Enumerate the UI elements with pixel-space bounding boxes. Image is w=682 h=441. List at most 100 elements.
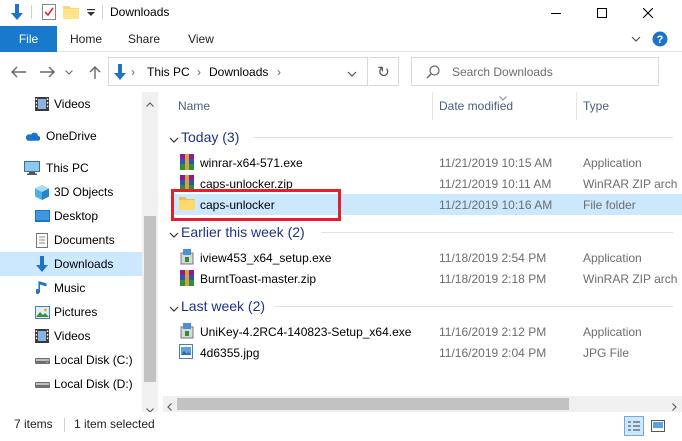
file-name: iview453_x64_setup.exe — [200, 251, 332, 265]
nav-item-documents[interactable]: Documents — [0, 228, 142, 252]
address-bar[interactable]: › This PC › Downloads › — [108, 57, 368, 86]
file-type: Application — [583, 325, 642, 339]
title-bar: Downloads — [0, 0, 682, 26]
group-divider — [253, 127, 673, 147]
nav-item-videos[interactable]: Videos — [0, 92, 142, 116]
videos-icon — [34, 96, 50, 112]
back-arrow-icon[interactable] — [8, 62, 30, 82]
column-header-type[interactable]: Type — [583, 92, 609, 120]
selection-status: 1 item selected — [74, 417, 155, 431]
pictures-icon — [34, 304, 50, 320]
file-row[interactable]: UniKey-4.2RC4-140823-Setup_x64.exe 11/16… — [173, 321, 682, 342]
tab-file[interactable]: File — [0, 26, 57, 52]
minimize-button[interactable] — [533, 0, 579, 26]
large-icons-view-icon[interactable] — [648, 416, 668, 436]
file-type: WinRAR ZIP arch — [583, 177, 678, 191]
file-date: 11/21/2019 10:15 AM — [439, 156, 553, 170]
nav-item-pictures[interactable]: Pictures — [0, 300, 142, 324]
file-row[interactable]: iview453_x64_setup.exe 11/18/2019 2:54 P… — [173, 247, 682, 268]
tab-share[interactable]: Share — [120, 26, 168, 52]
search-input[interactable] — [452, 64, 652, 80]
file-list-horizontal-scrollbar[interactable] — [163, 396, 682, 412]
breadcrumb-separator: › — [197, 65, 201, 79]
refresh-icon: ↻ — [377, 63, 390, 81]
address-dropdown-icon[interactable] — [347, 66, 357, 80]
new-folder-icon[interactable] — [62, 3, 80, 21]
scroll-up-icon[interactable] — [146, 96, 154, 110]
documents-icon — [34, 232, 50, 248]
details-view-icon[interactable] — [624, 416, 644, 436]
column-divider[interactable] — [576, 92, 577, 120]
onedrive-icon — [24, 128, 40, 144]
scrollbar-thumb[interactable] — [144, 216, 156, 382]
breadcrumb-this-pc[interactable]: This PC — [147, 65, 190, 79]
customize-toolbar-icon[interactable] — [84, 3, 98, 21]
nav-item-label: Videos — [54, 329, 91, 343]
toolbar-divider — [31, 5, 32, 19]
file-date: 11/16/2019 2:12 PM — [439, 325, 547, 339]
videos-icon — [34, 328, 50, 344]
file-type: Application — [583, 156, 642, 170]
nav-item-onedrive[interactable]: OneDrive — [0, 124, 142, 148]
group-collapse-chevron-icon[interactable] — [169, 132, 179, 143]
chevron-down-icon[interactable] — [628, 26, 644, 52]
breadcrumb-separator: › — [277, 65, 281, 79]
nav-item-this-pc[interactable]: This PC — [0, 156, 142, 180]
scrollbar-thumb[interactable] — [177, 398, 569, 410]
image-file-icon — [179, 344, 195, 360]
file-date: 11/18/2019 2:54 PM — [439, 251, 547, 265]
group-header-today[interactable]: Today (3) — [181, 127, 239, 147]
group-collapse-chevron-icon[interactable] — [169, 301, 179, 312]
file-name: UniKey-4.2RC4-140823-Setup_x64.exe — [200, 325, 412, 339]
search-box[interactable] — [411, 57, 659, 86]
forward-arrow-icon[interactable] — [36, 62, 58, 82]
breadcrumb-separator: › — [131, 65, 135, 79]
nav-item-videos[interactable]: Videos — [0, 324, 142, 348]
column-header-name[interactable]: Name — [178, 92, 210, 120]
maximize-button[interactable] — [579, 0, 625, 26]
group-header-last-week[interactable]: Last week (2) — [181, 296, 265, 316]
tab-view[interactable]: View — [178, 26, 224, 52]
toolbar-divider — [102, 5, 103, 19]
window-title: Downloads — [110, 5, 170, 19]
desktop-icon — [34, 208, 50, 224]
group-label: Today (3) — [181, 129, 240, 145]
breadcrumb-downloads[interactable]: Downloads — [209, 65, 268, 79]
nav-item-local-disk-c[interactable]: Local Disk (C:) — [0, 348, 142, 372]
tab-home[interactable]: Home — [62, 26, 110, 52]
recent-locations-chevron-icon[interactable] — [62, 62, 76, 82]
status-bar: 7 items 1 item selected — [0, 412, 682, 441]
navigation-pane-scrollbar[interactable] — [142, 92, 158, 413]
highlight-box — [171, 189, 341, 221]
file-row[interactable]: BurntToast-master.zip 11/18/2019 2:18 PM… — [173, 268, 682, 289]
group-divider — [275, 296, 673, 316]
drive-icon — [34, 376, 50, 392]
column-divider[interactable] — [432, 92, 433, 120]
nav-item-local-disk-d[interactable]: Local Disk (D:) — [0, 372, 142, 396]
nav-item-label: Desktop — [54, 209, 99, 223]
sort-chevron-icon — [499, 92, 507, 104]
nav-item-desktop[interactable]: Desktop — [0, 204, 142, 228]
nav-item-3d-objects[interactable]: 3D Objects — [0, 180, 142, 204]
close-button[interactable] — [625, 0, 671, 26]
group-header-earlier-this-week[interactable]: Earlier this week (2) — [181, 222, 305, 242]
file-row[interactable]: winrar-x64-571.exe 11/21/2019 10:15 AM A… — [173, 152, 682, 173]
help-icon[interactable]: ? — [650, 26, 670, 52]
nav-item-label: Documents — [54, 233, 115, 247]
properties-icon[interactable] — [40, 3, 58, 21]
refresh-button[interactable]: ↻ — [369, 57, 399, 86]
nav-item-downloads[interactable]: Downloads — [0, 252, 142, 276]
group-label: Earlier this week (2) — [181, 224, 305, 240]
nav-item-label: Downloads — [54, 257, 114, 271]
nav-item-music[interactable]: Music — [0, 276, 142, 300]
ribbon-tab-bar: File Home Share View ? — [0, 26, 682, 52]
down-arrow-icon[interactable] — [8, 3, 26, 21]
installer-icon — [179, 249, 195, 265]
file-type: JPG File — [583, 346, 630, 360]
nav-item-label: Pictures — [54, 305, 98, 319]
file-list: Name Date modified Type Today (3) winrar… — [163, 92, 682, 396]
group-collapse-chevron-icon[interactable] — [169, 227, 179, 238]
zip-archive-icon — [179, 270, 195, 286]
file-row[interactable]: 4d6355.jpg 11/16/2019 2:04 PM JPG File — [173, 342, 682, 363]
up-arrow-icon[interactable] — [84, 62, 106, 82]
